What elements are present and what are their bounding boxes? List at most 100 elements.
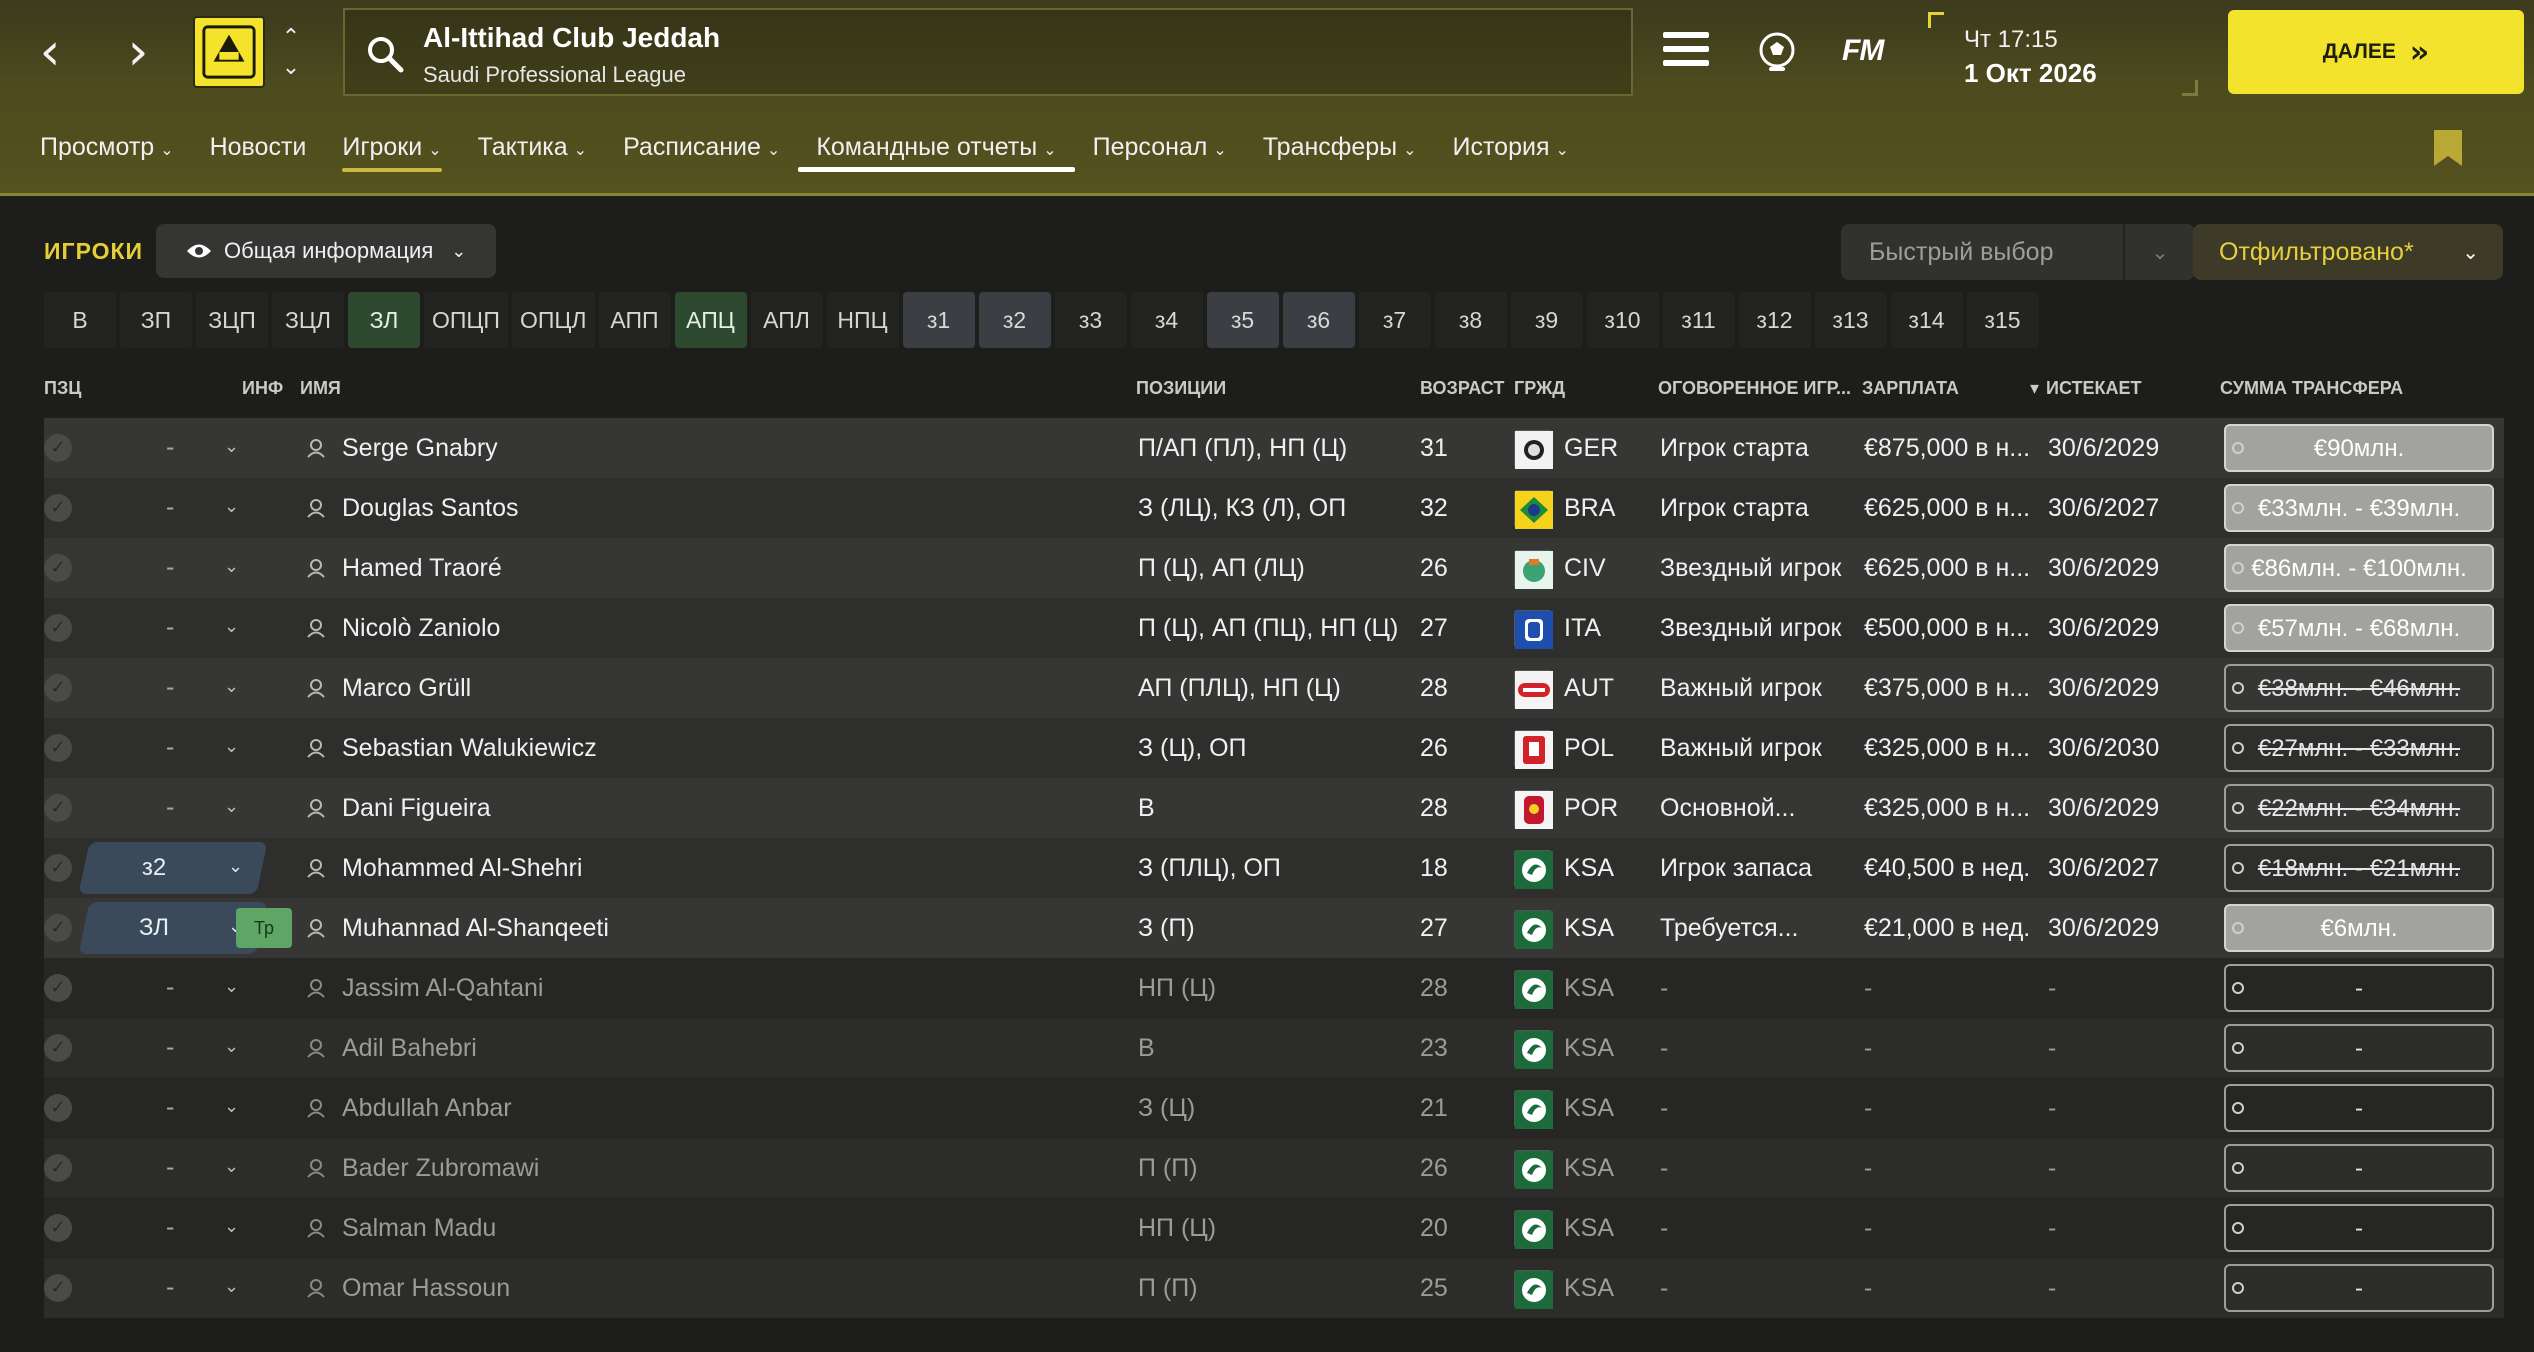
position-filter-button[interactable]: з4 [1130, 292, 1203, 348]
transfer-value-button[interactable]: €18млн. - €21млн. [2224, 844, 2494, 892]
player-name[interactable]: Douglas Santos [342, 478, 1162, 538]
position-selector[interactable]: - ⌄ [124, 478, 239, 538]
player-nationality[interactable]: AUT [1564, 658, 1644, 718]
back-arrow-icon[interactable]: ‹ [20, 22, 80, 82]
transfer-value-button[interactable]: €57млн. - €68млн. [2224, 604, 2494, 652]
position-selector[interactable]: - ⌄ [124, 598, 239, 658]
menu-item[interactable]: Просмотр ⌄ [22, 128, 192, 178]
checkmark-icon[interactable]: ✓ [44, 974, 72, 1002]
player-nationality[interactable]: KSA [1564, 1198, 1644, 1258]
position-filter-button[interactable]: з6 [1282, 292, 1355, 348]
position-filter-button[interactable]: з11 [1662, 292, 1735, 348]
checkmark-icon[interactable]: ✓ [44, 1214, 72, 1242]
menu-item[interactable]: Новости [192, 128, 325, 178]
checkmark-icon[interactable]: ✓ [44, 1034, 72, 1062]
position-filter-button[interactable]: ОПЦП [424, 292, 508, 348]
nation-flag-icon[interactable] [1514, 550, 1553, 589]
player-nationality[interactable]: BRA [1564, 478, 1644, 538]
player-name[interactable]: Sebastian Walukiewicz [342, 718, 1162, 778]
club-search-box[interactable]: Al-Ittihad Club Jeddah Saudi Professiona… [343, 8, 1633, 96]
table-row[interactable]: ✓ - ⌄ Bader Zubromawi П (П) 26 KSA - - - - [44, 1138, 2504, 1198]
player-nationality[interactable]: POL [1564, 718, 1644, 778]
position-selector[interactable]: - ⌄ [124, 1018, 239, 1078]
position-filter-button[interactable]: з13 [1814, 292, 1887, 348]
nation-flag-icon[interactable] [1514, 730, 1553, 769]
position-filter-button[interactable]: ЗЛ [348, 292, 420, 348]
position-filter-button[interactable]: з3 [1054, 292, 1127, 348]
transfer-value-button[interactable]: - [2224, 1144, 2494, 1192]
nation-flag-icon[interactable] [1514, 430, 1553, 469]
position-filter-button[interactable]: В [44, 292, 116, 348]
football-icon[interactable] [1755, 30, 1799, 74]
menu-item[interactable]: История ⌄ [1435, 128, 1587, 178]
table-row[interactable]: ✓ - ⌄ Adil Bahebri В 23 KSA - - - - [44, 1018, 2504, 1078]
transfer-value-button[interactable]: €6млн. [2224, 904, 2494, 952]
checkmark-icon[interactable]: ✓ [44, 794, 72, 822]
date-display[interactable]: Чт 17:15 1 Окт 2026 [1928, 12, 2198, 96]
forward-arrow-icon[interactable]: › [108, 22, 168, 82]
player-name[interactable]: Abdullah Anbar [342, 1078, 1162, 1138]
menu-item[interactable]: Трансферы ⌄ [1245, 128, 1435, 178]
player-name[interactable]: Adil Bahebri [342, 1018, 1162, 1078]
player-nationality[interactable]: ITA [1564, 598, 1644, 658]
position-filter-button[interactable]: ЗП [120, 292, 192, 348]
player-name[interactable]: Bader Zubromawi [342, 1138, 1162, 1198]
transfer-value-button[interactable]: - [2224, 1084, 2494, 1132]
position-filter-button[interactable]: з2 [978, 292, 1051, 348]
col-header-info[interactable]: ИНФ [242, 378, 283, 399]
position-filter-button[interactable]: з7 [1358, 292, 1431, 348]
checkmark-icon[interactable]: ✓ [44, 914, 72, 942]
position-filter-button[interactable]: з9 [1510, 292, 1583, 348]
col-header-positions[interactable]: ПОЗИЦИИ [1136, 378, 1226, 399]
nation-flag-icon[interactable] [1514, 970, 1553, 1009]
player-nationality[interactable]: KSA [1564, 1138, 1644, 1198]
player-name[interactable]: Hamed Traoré [342, 538, 1162, 598]
position-filter-button[interactable]: з8 [1434, 292, 1507, 348]
nation-flag-icon[interactable] [1514, 910, 1553, 949]
player-nationality[interactable]: KSA [1564, 1078, 1644, 1138]
transfer-value-button[interactable]: €86млн. - €100млн. [2224, 544, 2494, 592]
quick-pick-dropdown[interactable]: Быстрый выбор ⌄ [1841, 224, 2195, 280]
position-selector[interactable]: - ⌄ [124, 778, 239, 838]
table-row[interactable]: ✓ - ⌄ Dani Figueira В 28 POR Основной... €325,00… [44, 778, 2504, 838]
transfer-value-button[interactable]: - [2224, 1024, 2494, 1072]
transfer-value-button[interactable]: €27млн. - €33млн. [2224, 724, 2494, 772]
transfer-value-button[interactable]: €22млн. - €34млн. [2224, 784, 2494, 832]
menu-item[interactable]: Игроки ⌄ [324, 128, 459, 178]
position-filter-button[interactable]: ОПЦЛ [511, 292, 595, 348]
search-icon[interactable] [363, 32, 407, 76]
position-selector[interactable]: - ⌄ [124, 1258, 239, 1318]
continue-button[interactable]: ДАЛЕЕ » [2228, 10, 2524, 94]
player-name[interactable]: Nicolò Zaniolo [342, 598, 1162, 658]
nation-flag-icon[interactable] [1514, 1270, 1553, 1309]
nation-flag-icon[interactable] [1514, 1210, 1553, 1249]
position-filter-button[interactable]: з10 [1586, 292, 1659, 348]
position-selector[interactable]: - ⌄ [124, 1138, 239, 1198]
nation-flag-icon[interactable] [1514, 850, 1553, 889]
col-header-expires[interactable]: ИСТЕКАЕТ [2046, 378, 2141, 399]
table-row[interactable]: ✓ - ⌄ Abdullah Anbar З (Ц) 21 KSA - - - - [44, 1078, 2504, 1138]
position-filter-button[interactable]: ЗЦП [196, 292, 268, 348]
checkmark-icon[interactable]: ✓ [44, 434, 72, 462]
position-selector[interactable]: - ⌄ [124, 718, 239, 778]
player-nationality[interactable]: GER [1564, 418, 1644, 478]
position-filter-button[interactable]: з1 [902, 292, 975, 348]
hamburger-menu-icon[interactable] [1663, 32, 1709, 72]
checkmark-icon[interactable]: ✓ [44, 1274, 72, 1302]
position-filter-button[interactable]: з14 [1890, 292, 1963, 348]
position-selector[interactable]: - ⌄ [124, 418, 239, 478]
position-selector[interactable]: - ⌄ [124, 1078, 239, 1138]
player-nationality[interactable]: KSA [1564, 958, 1644, 1018]
table-row[interactable]: ✓ - ⌄ Serge Gnabry П/АП (ПЛ), НП (Ц) 31 GER Игр… [44, 418, 2504, 478]
transfer-value-button[interactable]: - [2224, 964, 2494, 1012]
player-name[interactable]: Marco Grüll [342, 658, 1162, 718]
position-filter-button[interactable]: АПП [598, 292, 671, 348]
menu-item[interactable]: Тактика ⌄ [460, 128, 605, 178]
checkmark-icon[interactable]: ✓ [44, 1094, 72, 1122]
club-badge-icon[interactable] [193, 16, 265, 88]
transfer-value-button[interactable]: €33млн. - €39млн. [2224, 484, 2494, 532]
checkmark-icon[interactable]: ✓ [44, 614, 72, 642]
player-name[interactable]: Muhannad Al-Shanqeeti [342, 898, 1162, 958]
menu-item[interactable]: Командные отчеты ⌄ [798, 128, 1075, 178]
checkmark-icon[interactable]: ✓ [44, 554, 72, 582]
